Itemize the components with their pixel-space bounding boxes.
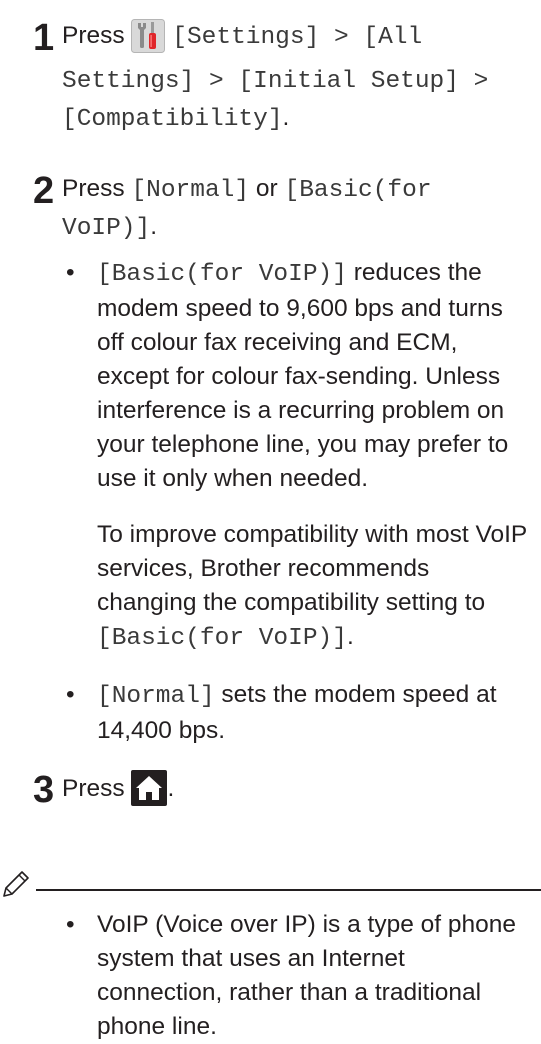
step-3-press: Press [62, 775, 125, 802]
pencil-icon [0, 868, 32, 905]
settings-path-3: [Compatibility] [62, 106, 283, 133]
step-3-text: Press . [62, 770, 529, 817]
step-1-line-1: Press [Settings] > [All [62, 18, 529, 64]
basic-recommendation: To improve compatibility with most VoIP … [66, 518, 533, 656]
settings-icon [131, 19, 166, 64]
step-2-text: Press [Normal] or [Basic(for VoIP)]. [62, 171, 529, 247]
bullet-dot: • [66, 911, 75, 938]
step-1-text: Press [Settings] > [All Settings] > [Ini… [62, 18, 529, 138]
step-2-bullets: • [Basic(for VoIP)] reduces the modem sp… [66, 256, 533, 748]
settings-path-2: Settings] > [Initial Setup] > [62, 68, 489, 95]
step-2-or: or [255, 175, 278, 202]
step-1-period: . [282, 104, 290, 131]
bullet-basic: • [Basic(for VoIP)] reduces the modem sp… [66, 256, 533, 496]
note-list: • VoIP (Voice over IP) is a type of phon… [66, 908, 533, 1044]
option-basic-1: [Basic(for [284, 177, 432, 204]
step-2-period: . [150, 213, 158, 240]
basic-recommendation-text: To improve compatibility with most VoIP … [97, 521, 527, 616]
settings-path-1: [Settings] > [All [172, 24, 423, 51]
step-1-number: 1 [33, 17, 55, 59]
bullet-dot: • [66, 681, 75, 708]
note-text: VoIP (Voice over IP) is a type of phone … [97, 911, 517, 1040]
step-3-period: . [167, 775, 175, 802]
basic-recommendation-value: [Basic(for VoIP)] [97, 625, 347, 652]
basic-description: reduces the modem speed to 9,600 bps and… [97, 259, 509, 492]
step-2-line-1: Press [Normal] or [Basic(for [62, 171, 529, 209]
home-icon [131, 770, 168, 817]
step-2-number: 2 [33, 170, 55, 212]
step-2-press: Press [62, 175, 125, 202]
option-basic-2: VoIP)] [62, 215, 151, 242]
option-normal: [Normal] [131, 177, 250, 204]
step-1-line-3: [Compatibility]. [62, 100, 529, 138]
step-2-line-2: VoIP)]. [62, 209, 529, 247]
step-3-number: 3 [33, 769, 55, 811]
bullet-dot: • [66, 259, 75, 286]
note-divider [36, 889, 541, 891]
normal-label: [Normal] [97, 683, 215, 710]
bullet-normal: • [Normal] sets the modem speed at 14,40… [66, 678, 533, 748]
note-item: • VoIP (Voice over IP) is a type of phon… [66, 908, 533, 1044]
basic-label: [Basic(for VoIP)] [97, 261, 347, 288]
step-1-press: Press [62, 22, 125, 49]
basic-recommendation-period: . [346, 623, 354, 650]
